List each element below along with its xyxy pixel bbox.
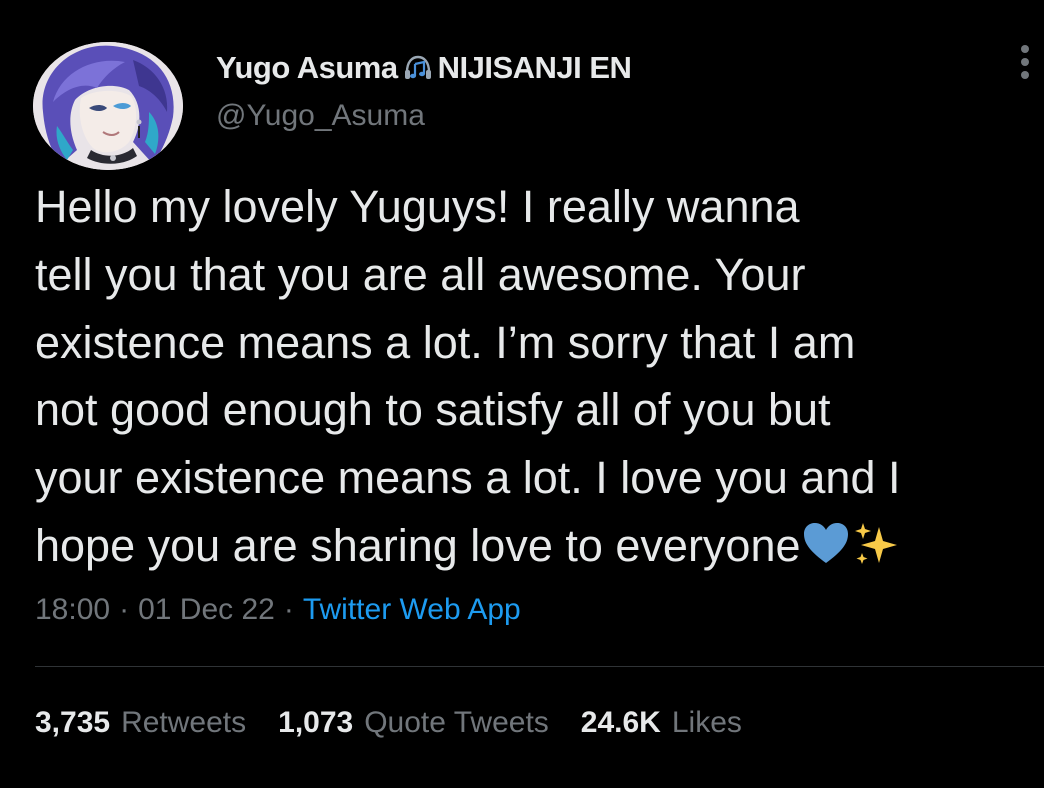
tweet-text-line: tell you that you are all awesome. Your bbox=[35, 248, 806, 300]
meta-separator: · bbox=[119, 593, 130, 626]
avatar[interactable] bbox=[33, 42, 183, 170]
tweet-text-line: not good enough to satisfy all of you bu… bbox=[35, 384, 831, 436]
blue-heart-emoji bbox=[801, 519, 851, 569]
divider bbox=[35, 666, 1044, 667]
likes-stat[interactable]: 24.6K Likes bbox=[581, 706, 742, 740]
tweet-text-line: your existence means a lot. I love you a… bbox=[35, 452, 901, 504]
retweets-label: Retweets bbox=[121, 706, 247, 739]
tweet-time[interactable]: 18:00 bbox=[35, 593, 110, 626]
tweet-text-line: existence means a lot. I’m sorry that I … bbox=[35, 316, 856, 368]
retweets-count: 3,735 bbox=[35, 706, 111, 739]
avatar-illustration bbox=[33, 42, 183, 170]
quote-tweets-stat[interactable]: 1,073 Quote Tweets bbox=[278, 706, 549, 740]
headphones-music-note-icon bbox=[402, 52, 434, 84]
tweet-text-line-last: hope you are sharing love to everyone bbox=[35, 512, 1035, 580]
quote-tweets-count: 1,073 bbox=[278, 706, 354, 739]
retweets-stat[interactable]: 3,735 Retweets bbox=[35, 706, 246, 740]
quote-tweets-label: Quote Tweets bbox=[364, 706, 549, 739]
tweet-source-link[interactable]: Twitter Web App bbox=[303, 593, 521, 626]
sparkles-emoji bbox=[851, 519, 901, 569]
tweet-meta: 18:00 · 01 Dec 22 · Twitter Web App bbox=[35, 593, 521, 627]
tweet-stats: 3,735 Retweets 1,073 Quote Tweets 24.6K … bbox=[35, 706, 774, 740]
tweet-text-line: Hello my lovely Yuguys! I really wanna bbox=[35, 181, 800, 232]
likes-count: 24.6K bbox=[580, 706, 661, 739]
author-handle[interactable]: @Yugo_Asuma bbox=[216, 99, 425, 133]
tweet-date[interactable]: 01 Dec 22 bbox=[138, 593, 275, 626]
more-options-button[interactable] bbox=[1010, 42, 1040, 82]
author-name-row[interactable]: Yugo Asuma NIJISANJI EN bbox=[216, 47, 632, 89]
likes-label: Likes bbox=[671, 706, 742, 739]
author-display-name[interactable]: Yugo Asuma bbox=[216, 50, 398, 86]
author-affiliation[interactable]: NIJISANJI EN bbox=[438, 50, 632, 86]
tweet-text: Hello my lovely Yuguys! I really wanna t… bbox=[35, 173, 1035, 580]
more-options-icon bbox=[1021, 45, 1029, 79]
tweet-text-line-content: hope you are sharing love to everyone bbox=[35, 519, 801, 571]
meta-separator: · bbox=[283, 593, 294, 626]
